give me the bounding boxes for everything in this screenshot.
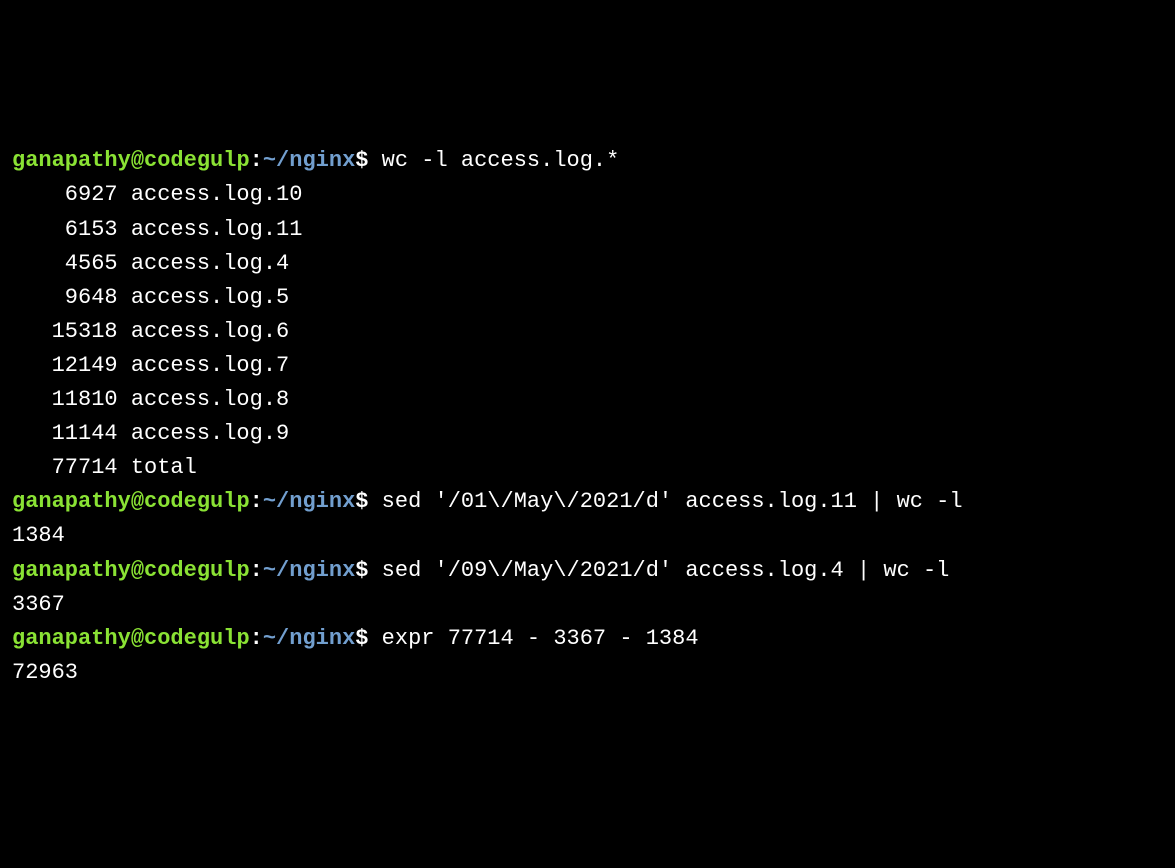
- prompt-dollar: $: [355, 626, 368, 651]
- output-line: 12149 access.log.7: [12, 349, 1163, 383]
- output-line: 15318 access.log.6: [12, 315, 1163, 349]
- prompt-dollar: $: [355, 489, 368, 514]
- output-line: 72963: [12, 656, 1163, 690]
- command-text: wc -l access.log.*: [368, 148, 619, 173]
- output-line: 77714 total: [12, 451, 1163, 485]
- output-line: 6153 access.log.11: [12, 213, 1163, 247]
- prompt-path: ~/nginx: [263, 489, 355, 514]
- prompt-line: ganapathy@codegulp:~/nginx$ sed '/01\/Ma…: [12, 485, 1163, 519]
- prompt-host: codegulp: [144, 148, 250, 173]
- output-line: 3367: [12, 588, 1163, 622]
- prompt-at: @: [131, 148, 144, 173]
- output-line: 1384: [12, 519, 1163, 553]
- output-line: 4565 access.log.4: [12, 247, 1163, 281]
- prompt-host: codegulp: [144, 626, 250, 651]
- prompt-dollar: $: [355, 148, 368, 173]
- prompt-at: @: [131, 558, 144, 583]
- terminal[interactable]: ganapathy@codegulp:~/nginx$ wc -l access…: [12, 144, 1163, 690]
- prompt-colon: :: [250, 626, 263, 651]
- prompt-path: ~/nginx: [263, 626, 355, 651]
- prompt-path: ~/nginx: [263, 148, 355, 173]
- prompt-colon: :: [250, 489, 263, 514]
- prompt-line: ganapathy@codegulp:~/nginx$ wc -l access…: [12, 144, 1163, 178]
- command-text: sed '/01\/May\/2021/d' access.log.11 | w…: [368, 489, 962, 514]
- command-text: expr 77714 - 3367 - 1384: [368, 626, 698, 651]
- prompt-dollar: $: [355, 558, 368, 583]
- prompt-line: ganapathy@codegulp:~/nginx$ expr 77714 -…: [12, 622, 1163, 656]
- output-line: 9648 access.log.5: [12, 281, 1163, 315]
- prompt-at: @: [131, 489, 144, 514]
- prompt-user: ganapathy: [12, 558, 131, 583]
- output-line: 11810 access.log.8: [12, 383, 1163, 417]
- prompt-colon: :: [250, 558, 263, 583]
- prompt-host: codegulp: [144, 558, 250, 583]
- output-line: 11144 access.log.9: [12, 417, 1163, 451]
- prompt-line: ganapathy@codegulp:~/nginx$ sed '/09\/Ma…: [12, 554, 1163, 588]
- prompt-host: codegulp: [144, 489, 250, 514]
- prompt-path: ~/nginx: [263, 558, 355, 583]
- prompt-user: ganapathy: [12, 626, 131, 651]
- prompt-at: @: [131, 626, 144, 651]
- command-text: sed '/09\/May\/2021/d' access.log.4 | wc…: [368, 558, 949, 583]
- prompt-user: ganapathy: [12, 148, 131, 173]
- output-line: 6927 access.log.10: [12, 178, 1163, 212]
- prompt-user: ganapathy: [12, 489, 131, 514]
- prompt-colon: :: [250, 148, 263, 173]
